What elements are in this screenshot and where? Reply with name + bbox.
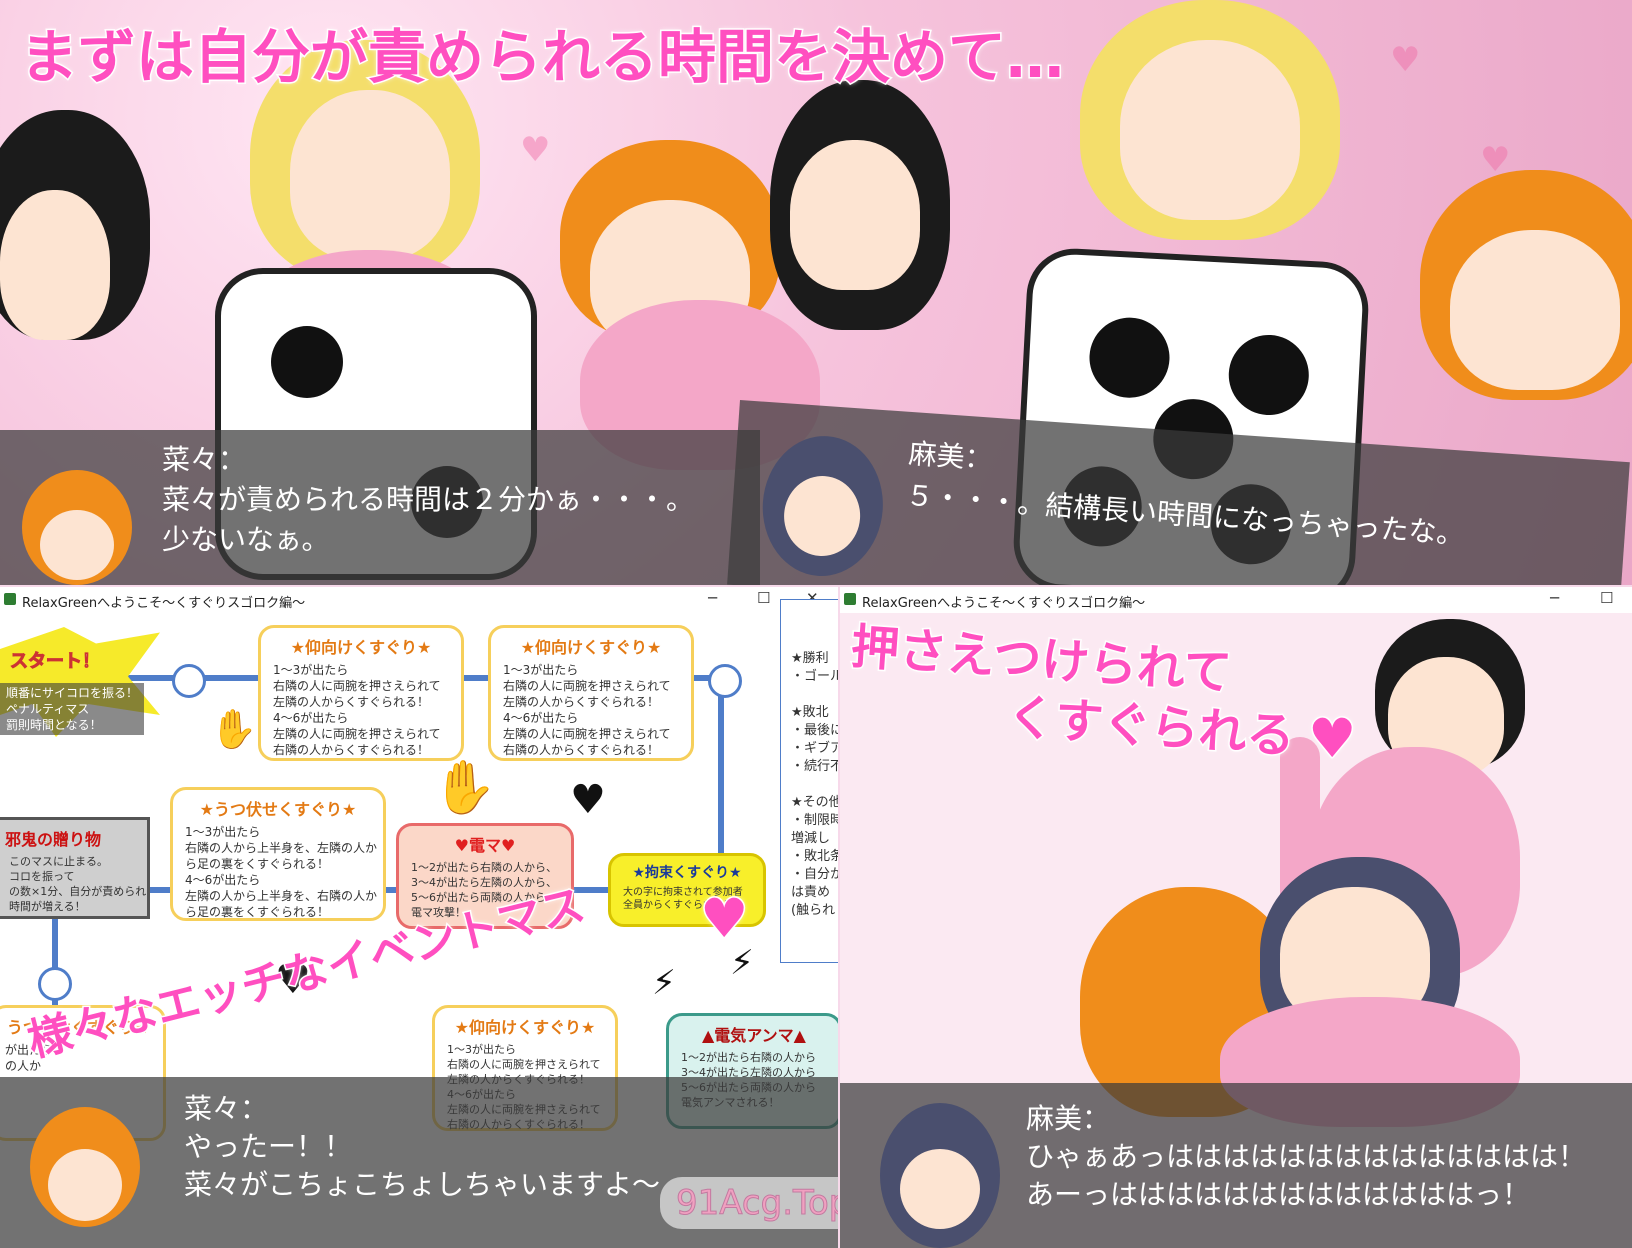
card-title: ★うつ伏せくすぐり★ [199,800,357,819]
dice-scene-panel: ♥ ♥ ♥ ♥ ♥ まずは自分が責められる時間を決めて… 菜々： 菜々が責められ… [0,0,1632,585]
hand-icon: ✋ [210,707,258,751]
start-rule-line: 順番にサイコロを振る！ [6,686,139,700]
window-titlebar: RelaxGreenへようこそ〜くすぐりスゴロク編〜 ─ ☐ [840,587,1632,613]
speaker-name: 麻美： [1026,1102,1111,1135]
board-node [708,664,742,698]
card-title: ▲電気アンマ▲ [702,1026,806,1045]
speaker-name: 菜々： [184,1092,269,1125]
card-title: ★拘束くすぐり★ [632,865,742,881]
card-title: ★仰向けくすぐり★ [520,638,662,657]
scene-caption-line2: くすぐられる [1004,687,1298,766]
speaker-name: 麻美： [907,436,994,476]
dialog-line: ５・・・。結構長い時間になっちゃったな。 [904,478,1466,551]
asami-portrait-face [900,1149,980,1229]
card-body: 1〜3が出たら 右隣の人から上半身を、左隣の人か ら足の裏をくすぐられる！ 4〜… [185,825,378,919]
asami-portrait [880,1103,1000,1248]
orange-hair-girl-right-face [1450,230,1620,390]
board-card: ★仰向けくすぐり★ 1〜3が出たら 右隣の人に両腕を押さえられて 左隣の人からく… [488,625,694,761]
window-title: RelaxGreenへようこそ〜くすぐりスゴロク編〜 [22,596,306,611]
heart-icon: ♥ [698,886,749,952]
dice-pip [1226,332,1311,418]
asami-portrait [758,432,888,581]
window-title: RelaxGreenへようこそ〜くすぐりスゴロク編〜 [862,596,1146,611]
card-title: ★仰向けくすぐり★ [454,1018,596,1037]
speaker-name: 菜々： [162,443,247,476]
window-titlebar: RelaxGreenへようこそ〜くすぐりスゴロク編〜 ─ ☐ ✕ [0,587,838,613]
hand-icon: ✋ [432,758,497,818]
nana-portrait [22,470,132,585]
dialog-line: やったー！！ [184,1130,353,1163]
card-body: このマスに止まる。 コロを振って の数×1分、自分が責められ 時間が増える！ [9,855,147,913]
dice-pip [271,326,343,398]
heart-icon: ♥ [1306,706,1357,772]
nana-portrait-face [48,1149,122,1221]
dialog-line: 少ないなぁ。 [162,523,330,556]
black-hair-girl-2-face [790,140,920,290]
board-node [172,664,206,698]
board-card: ★仰向けくすぐり★ 1〜3が出たら 右隣の人に両腕を押さえられて 左隣の人からく… [258,625,464,761]
maximize-button[interactable]: ☐ [1600,589,1613,607]
heart-decoration: ♥ [1390,40,1421,80]
asami-portrait-face [781,473,863,559]
start-rules: 順番にサイコロを振る！ ペナルティマス 罰則時間となる！ [0,683,145,735]
blonde-girl-right-face [1120,40,1300,220]
app-icon [844,593,856,605]
heart-decoration: ♥ [520,130,551,170]
nana-portrait [30,1107,140,1227]
maximize-button[interactable]: ☐ [757,589,770,607]
card-body: 1〜3が出たら 右隣の人に両腕を押さえられて 左隣の人からくすぐられる！ 4〜6… [273,663,441,757]
heart-icon: ♥ [570,777,606,823]
card-title: 邪鬼の贈り物 [5,830,102,849]
dialog-line: 菜々がこちょこちょしちゃいますよ〜 [184,1168,661,1201]
dialog-line: あーっはははははははははははははっ！ [1026,1178,1531,1211]
blonde-girl-face [290,90,450,260]
minimize-button[interactable]: ─ [708,589,717,607]
dialog-box: 麻美： ひゃぁあっはははははははははははははは！ あーっはははははははははははは… [840,1083,1632,1248]
rules-text: ★勝利 ・ゴール ★敗北 ・最後に ・ギブア ・続行不 ★その他 ・制限時 増減… [791,651,838,918]
nana-portrait-face [40,510,114,580]
start-rule-line: 罰則時間となる！ [6,718,102,732]
dialog-line: 菜々が責められる時間は２分かぁ・・・。 [162,483,695,516]
top-caption: まずは自分が責められる時間を決めて… [18,22,1065,93]
card-title: ★仰向けくすぐり★ [290,638,432,657]
start-label: スタート！ [10,651,101,673]
rules-panel: ★勝利 ・ゴール ★敗北 ・最後に ・ギブア ・続行不 ★その他 ・制限時 増減… [780,599,838,963]
dialog-box-left: 菜々： 菜々が責められる時間は２分かぁ・・・。 少ないなぁ。 [0,430,760,585]
black-hair-girl-face [0,190,110,340]
minimize-button[interactable]: ─ [1550,589,1559,607]
app-icon [4,593,16,605]
card-title: ♥電マ♥ [454,836,516,855]
board-window: RelaxGreenへようこそ〜くすぐりスゴロク編〜 ─ ☐ ✕ スタート！ 順… [0,587,838,1248]
lightning-icon: ⚡ [652,963,676,1003]
board-card: ★うつ伏せくすぐり★ 1〜3が出たら 右隣の人から上半身を、左隣の人か ら足の裏… [170,787,386,921]
start-rule-line: ペナルティマス [6,702,90,716]
watermark: 91Acg.Top [660,1177,838,1229]
card-body: 1〜3が出たら 右隣の人に両腕を押さえられて 左隣の人からくすぐられる！ 4〜6… [503,663,671,757]
dialog-line: ひゃぁあっはははははははははははははは！ [1026,1140,1587,1173]
board-track [718,675,724,875]
board-card: 邪鬼の贈り物 このマスに止まる。 コロを振って の数×1分、自分が責められ 時間… [0,817,150,919]
dice-pip [1087,315,1172,400]
scene-window: RelaxGreenへようこそ〜くすぐりスゴロク編〜 ─ ☐ 押さえつけられて … [840,587,1632,1248]
